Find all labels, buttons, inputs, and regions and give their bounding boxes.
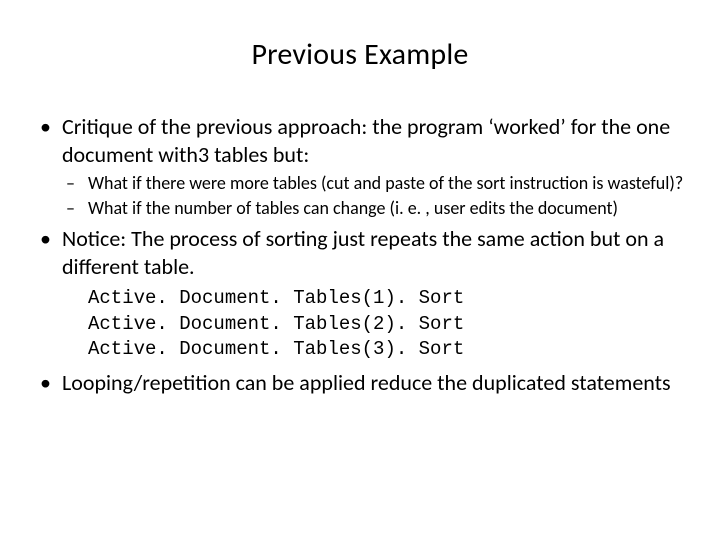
slide: Previous Example Critique of the previou…	[0, 0, 720, 540]
sub-bullet-text: What if there were more tables (cut and …	[88, 172, 683, 194]
sub-bullet-text: What if the number of tables can change …	[88, 197, 618, 219]
bullet-critique: Critique of the previous approach: the p…	[36, 113, 684, 219]
bullet-list: Critique of the previous approach: the p…	[36, 113, 684, 396]
bullet-text: Notice: The process of sorting just repe…	[62, 225, 664, 280]
bullet-notice: Notice: The process of sorting just repe…	[36, 225, 684, 363]
sub-bullet-list: What if there were more tables (cut and …	[62, 172, 684, 219]
code-line: Active. Document. Tables(2). Sort	[88, 312, 684, 338]
code-line: Active. Document. Tables(1). Sort	[88, 286, 684, 312]
code-line: Active. Document. Tables(3). Sort	[88, 337, 684, 363]
bullet-text: Looping/repetition can be applied reduce…	[62, 369, 671, 396]
bullet-looping: Looping/repetition can be applied reduce…	[36, 369, 684, 397]
sub-bullet-tables-change: What if the number of tables can change …	[62, 197, 684, 220]
sub-bullet-more-tables: What if there were more tables (cut and …	[62, 172, 684, 195]
slide-title: Previous Example	[36, 36, 684, 73]
bullet-text: Critique of the previous approach: the p…	[62, 113, 670, 168]
code-block: Active. Document. Tables(1). Sort Active…	[88, 286, 684, 363]
